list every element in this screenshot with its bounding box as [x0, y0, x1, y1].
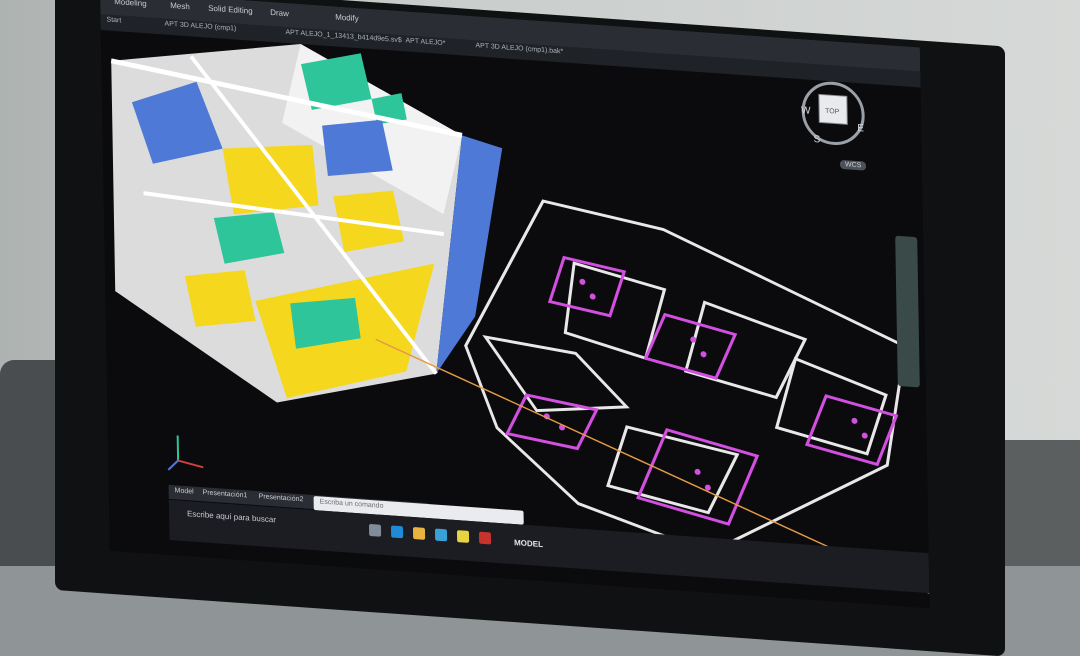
- model-status[interactable]: MODEL: [514, 538, 543, 549]
- monitor-screen: Modeling Mesh Solid Editing Draw Modify …: [100, 0, 930, 608]
- viewcube-top-label: TOP: [825, 108, 840, 116]
- ucs-icon: [168, 435, 204, 472]
- compass-east: E: [857, 123, 864, 134]
- command-input[interactable]: Escriba un comando: [320, 498, 384, 509]
- compass-west: W: [801, 105, 811, 117]
- tab-presentacion1[interactable]: Presentación1: [203, 489, 248, 499]
- autocad-icon[interactable]: [479, 532, 491, 545]
- taskbar-search[interactable]: Escribe aquí para buscar: [187, 509, 276, 524]
- folder-icon[interactable]: [413, 527, 425, 540]
- store-icon[interactable]: [435, 529, 447, 542]
- tab-model[interactable]: Model: [175, 487, 194, 495]
- edge-icon[interactable]: [391, 525, 403, 538]
- viewcube[interactable]: TOP W E S: [801, 79, 866, 148]
- wcs-menu[interactable]: WCS: [840, 160, 866, 171]
- compass-south: S: [814, 134, 821, 145]
- task-view-icon[interactable]: [369, 524, 381, 537]
- navigation-bar[interactable]: [895, 236, 920, 388]
- isometric-model: [111, 31, 507, 419]
- furniture-blocks: [504, 253, 898, 536]
- explorer-icon[interactable]: [457, 530, 469, 543]
- tab-presentacion2[interactable]: Presentación2: [259, 493, 304, 503]
